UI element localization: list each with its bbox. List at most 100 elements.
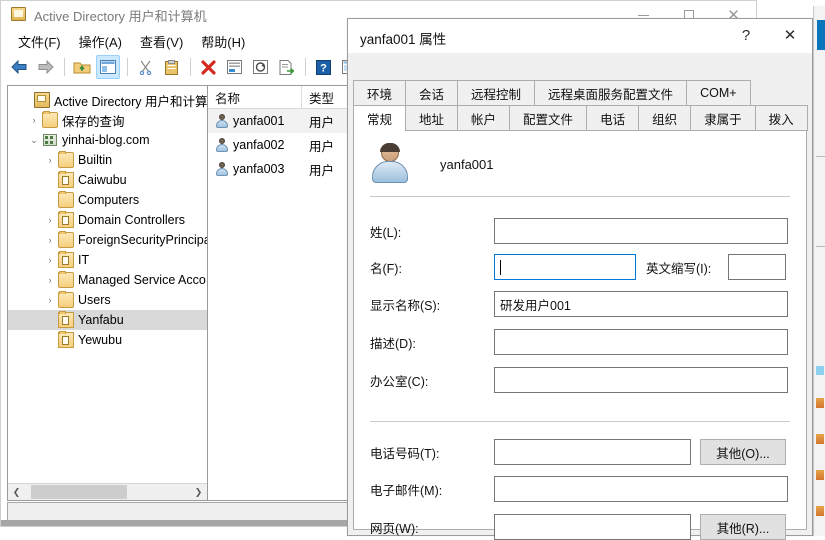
back-arrow-icon[interactable] bbox=[7, 55, 31, 79]
dialog-close-button[interactable]: ✕ bbox=[768, 19, 812, 51]
scrollbar-track[interactable] bbox=[25, 484, 190, 501]
description-input[interactable] bbox=[494, 329, 788, 355]
dialog-controls: ? ✕ bbox=[724, 19, 812, 53]
tab-environment[interactable]: 环境 bbox=[353, 80, 407, 105]
tree-item-caiwubu[interactable]: › Caiwubu bbox=[8, 170, 207, 190]
webpage-input[interactable] bbox=[494, 514, 691, 540]
toolbar-separator bbox=[190, 58, 191, 76]
domain-icon bbox=[42, 132, 58, 148]
chevron-down-icon[interactable]: ⌄ bbox=[26, 130, 42, 150]
tree-item-root[interactable]: › Active Directory 用户和计算机 bbox=[8, 90, 207, 110]
tree-horizontal-scrollbar[interactable]: ❮ ❯ bbox=[8, 483, 207, 500]
user-icon bbox=[215, 137, 229, 153]
chevron-right-icon[interactable]: › bbox=[42, 250, 58, 270]
user-properties-dialog: yanfa001 属性 ? ✕ 环境 会话 远程控制 远程桌面服务配置文件 CO… bbox=[347, 18, 813, 540]
menu-help[interactable]: 帮助(H) bbox=[192, 29, 254, 54]
chevron-right-icon[interactable]: › bbox=[42, 270, 58, 290]
tree-item-users[interactable]: › Users bbox=[8, 290, 207, 310]
folder-icon bbox=[58, 271, 74, 288]
tree-item-managed-service-accounts[interactable]: › Managed Service Acco bbox=[8, 270, 207, 290]
menu-action[interactable]: 操作(A) bbox=[70, 29, 131, 54]
tree-item-label: Active Directory 用户和计算机 bbox=[54, 94, 207, 109]
initials-input[interactable] bbox=[728, 254, 786, 280]
telephone-label: 电话号码(T): bbox=[370, 446, 440, 461]
chevron-right-icon[interactable]: › bbox=[42, 210, 58, 230]
chevron-right-icon[interactable]: › bbox=[26, 110, 42, 130]
telephone-input[interactable] bbox=[494, 439, 691, 465]
email-input[interactable] bbox=[494, 476, 788, 502]
last-name-label: 姓(L): bbox=[370, 225, 402, 240]
last-name-input[interactable] bbox=[494, 218, 788, 244]
tab-dial-in[interactable]: 拨入 bbox=[754, 105, 808, 131]
organizational-unit-icon bbox=[58, 311, 74, 328]
cut-icon[interactable] bbox=[133, 55, 157, 79]
tree-item-label: IT bbox=[78, 253, 90, 267]
webpage-label: 网页(W): bbox=[370, 521, 419, 536]
background-user-chip bbox=[816, 470, 824, 480]
tree-item-foreign-security-principals[interactable]: › ForeignSecurityPrincipa bbox=[8, 230, 207, 250]
chevron-right-icon[interactable]: › bbox=[42, 150, 58, 170]
column-header-type[interactable]: 类型 bbox=[302, 86, 348, 108]
column-header-name[interactable]: 名称 bbox=[208, 86, 302, 108]
scroll-left-icon[interactable]: ❮ bbox=[8, 484, 25, 500]
tab-telephones[interactable]: 电话 bbox=[586, 105, 640, 131]
webpage-row: 网页(W): 其他(R)... bbox=[370, 514, 786, 540]
tab-com-plus[interactable]: COM+ bbox=[686, 80, 751, 105]
tree-item-domain[interactable]: ⌄ yinhai-blog.com bbox=[8, 130, 207, 150]
navigation-tree-pane[interactable]: › Active Directory 用户和计算机 › 保存的查询 ⌄ yinh… bbox=[8, 86, 208, 500]
tab-rds-profile[interactable]: 远程桌面服务配置文件 bbox=[534, 80, 688, 105]
list-item-label: yanfa003 bbox=[233, 162, 285, 176]
delete-icon[interactable] bbox=[196, 55, 220, 79]
dialog-help-button[interactable]: ? bbox=[724, 19, 768, 51]
scrollbar-thumb[interactable] bbox=[31, 484, 127, 499]
menu-view[interactable]: 查看(V) bbox=[131, 29, 192, 54]
office-input[interactable] bbox=[494, 367, 788, 393]
tab-remote-control[interactable]: 远程控制 bbox=[457, 80, 536, 105]
list-item-label: yanfa002 bbox=[233, 138, 285, 152]
general-tab-page: yanfa001 姓(L): 名(F): 英文缩写(I): 显示名称(S): 研… bbox=[353, 130, 807, 540]
tree-item-computers[interactable]: › Computers bbox=[8, 190, 207, 210]
tab-organization[interactable]: 组织 bbox=[638, 105, 692, 131]
tree-item-builtin[interactable]: › Builtin bbox=[8, 150, 207, 170]
tree-item-it[interactable]: › IT bbox=[8, 250, 207, 270]
tree-item-yanfabu[interactable]: › Yanfabu bbox=[8, 310, 207, 330]
organizational-unit-icon bbox=[58, 171, 74, 188]
forward-arrow-icon[interactable] bbox=[33, 55, 57, 79]
tree-item-label: Domain Controllers bbox=[78, 213, 185, 227]
refresh-icon[interactable] bbox=[248, 55, 272, 79]
menu-file[interactable]: 文件(F) bbox=[9, 29, 70, 54]
webpage-other-button[interactable]: 其他(R)... bbox=[700, 514, 786, 540]
tab-row-lower: 常规 地址 帐户 配置文件 电话 组织 隶属于 拨入 bbox=[353, 105, 808, 131]
svg-text:?: ? bbox=[320, 62, 327, 74]
first-name-input[interactable] bbox=[494, 254, 636, 280]
display-name-input[interactable]: 研发用户001 bbox=[494, 291, 788, 317]
export-list-icon[interactable] bbox=[274, 55, 298, 79]
dialog-titlebar: yanfa001 属性 ? ✕ bbox=[348, 19, 812, 53]
paste-icon[interactable] bbox=[159, 55, 183, 79]
tree-item-saved-queries[interactable]: › 保存的查询 bbox=[8, 110, 207, 130]
background-user-chip bbox=[816, 398, 824, 408]
list-item-label: yanfa001 bbox=[233, 114, 285, 128]
tab-sessions[interactable]: 会话 bbox=[405, 80, 459, 105]
tree-item-label: Yewubu bbox=[78, 333, 123, 347]
tab-address[interactable]: 地址 bbox=[405, 105, 459, 131]
description-row: 描述(D): bbox=[370, 329, 788, 355]
dialog-tabstrip: 环境 会话 远程控制 远程桌面服务配置文件 COM+ 常规 地址 帐户 配置文件… bbox=[353, 79, 808, 131]
chevron-right-icon[interactable]: › bbox=[42, 230, 58, 250]
tab-account[interactable]: 帐户 bbox=[457, 105, 511, 131]
console-icon bbox=[34, 92, 50, 108]
help-icon[interactable]: ? bbox=[311, 55, 335, 79]
tab-general[interactable]: 常规 bbox=[353, 105, 407, 131]
telephone-other-button[interactable]: 其他(O)... bbox=[700, 439, 786, 465]
up-folder-icon[interactable] bbox=[70, 55, 94, 79]
tree-item-label: Builtin bbox=[78, 153, 113, 167]
chevron-right-icon[interactable]: › bbox=[42, 290, 58, 310]
display-name-row: 显示名称(S): 研发用户001 bbox=[370, 291, 788, 317]
properties-icon[interactable] bbox=[222, 55, 246, 79]
tab-profile[interactable]: 配置文件 bbox=[509, 105, 588, 131]
tree-item-domain-controllers[interactable]: › Domain Controllers bbox=[8, 210, 207, 230]
show-hide-tree-icon[interactable] bbox=[96, 55, 120, 79]
scroll-right-icon[interactable]: ❯ bbox=[190, 484, 207, 500]
tree-item-yewubu[interactable]: › Yewubu bbox=[8, 330, 207, 350]
tab-member-of[interactable]: 隶属于 bbox=[690, 105, 756, 131]
